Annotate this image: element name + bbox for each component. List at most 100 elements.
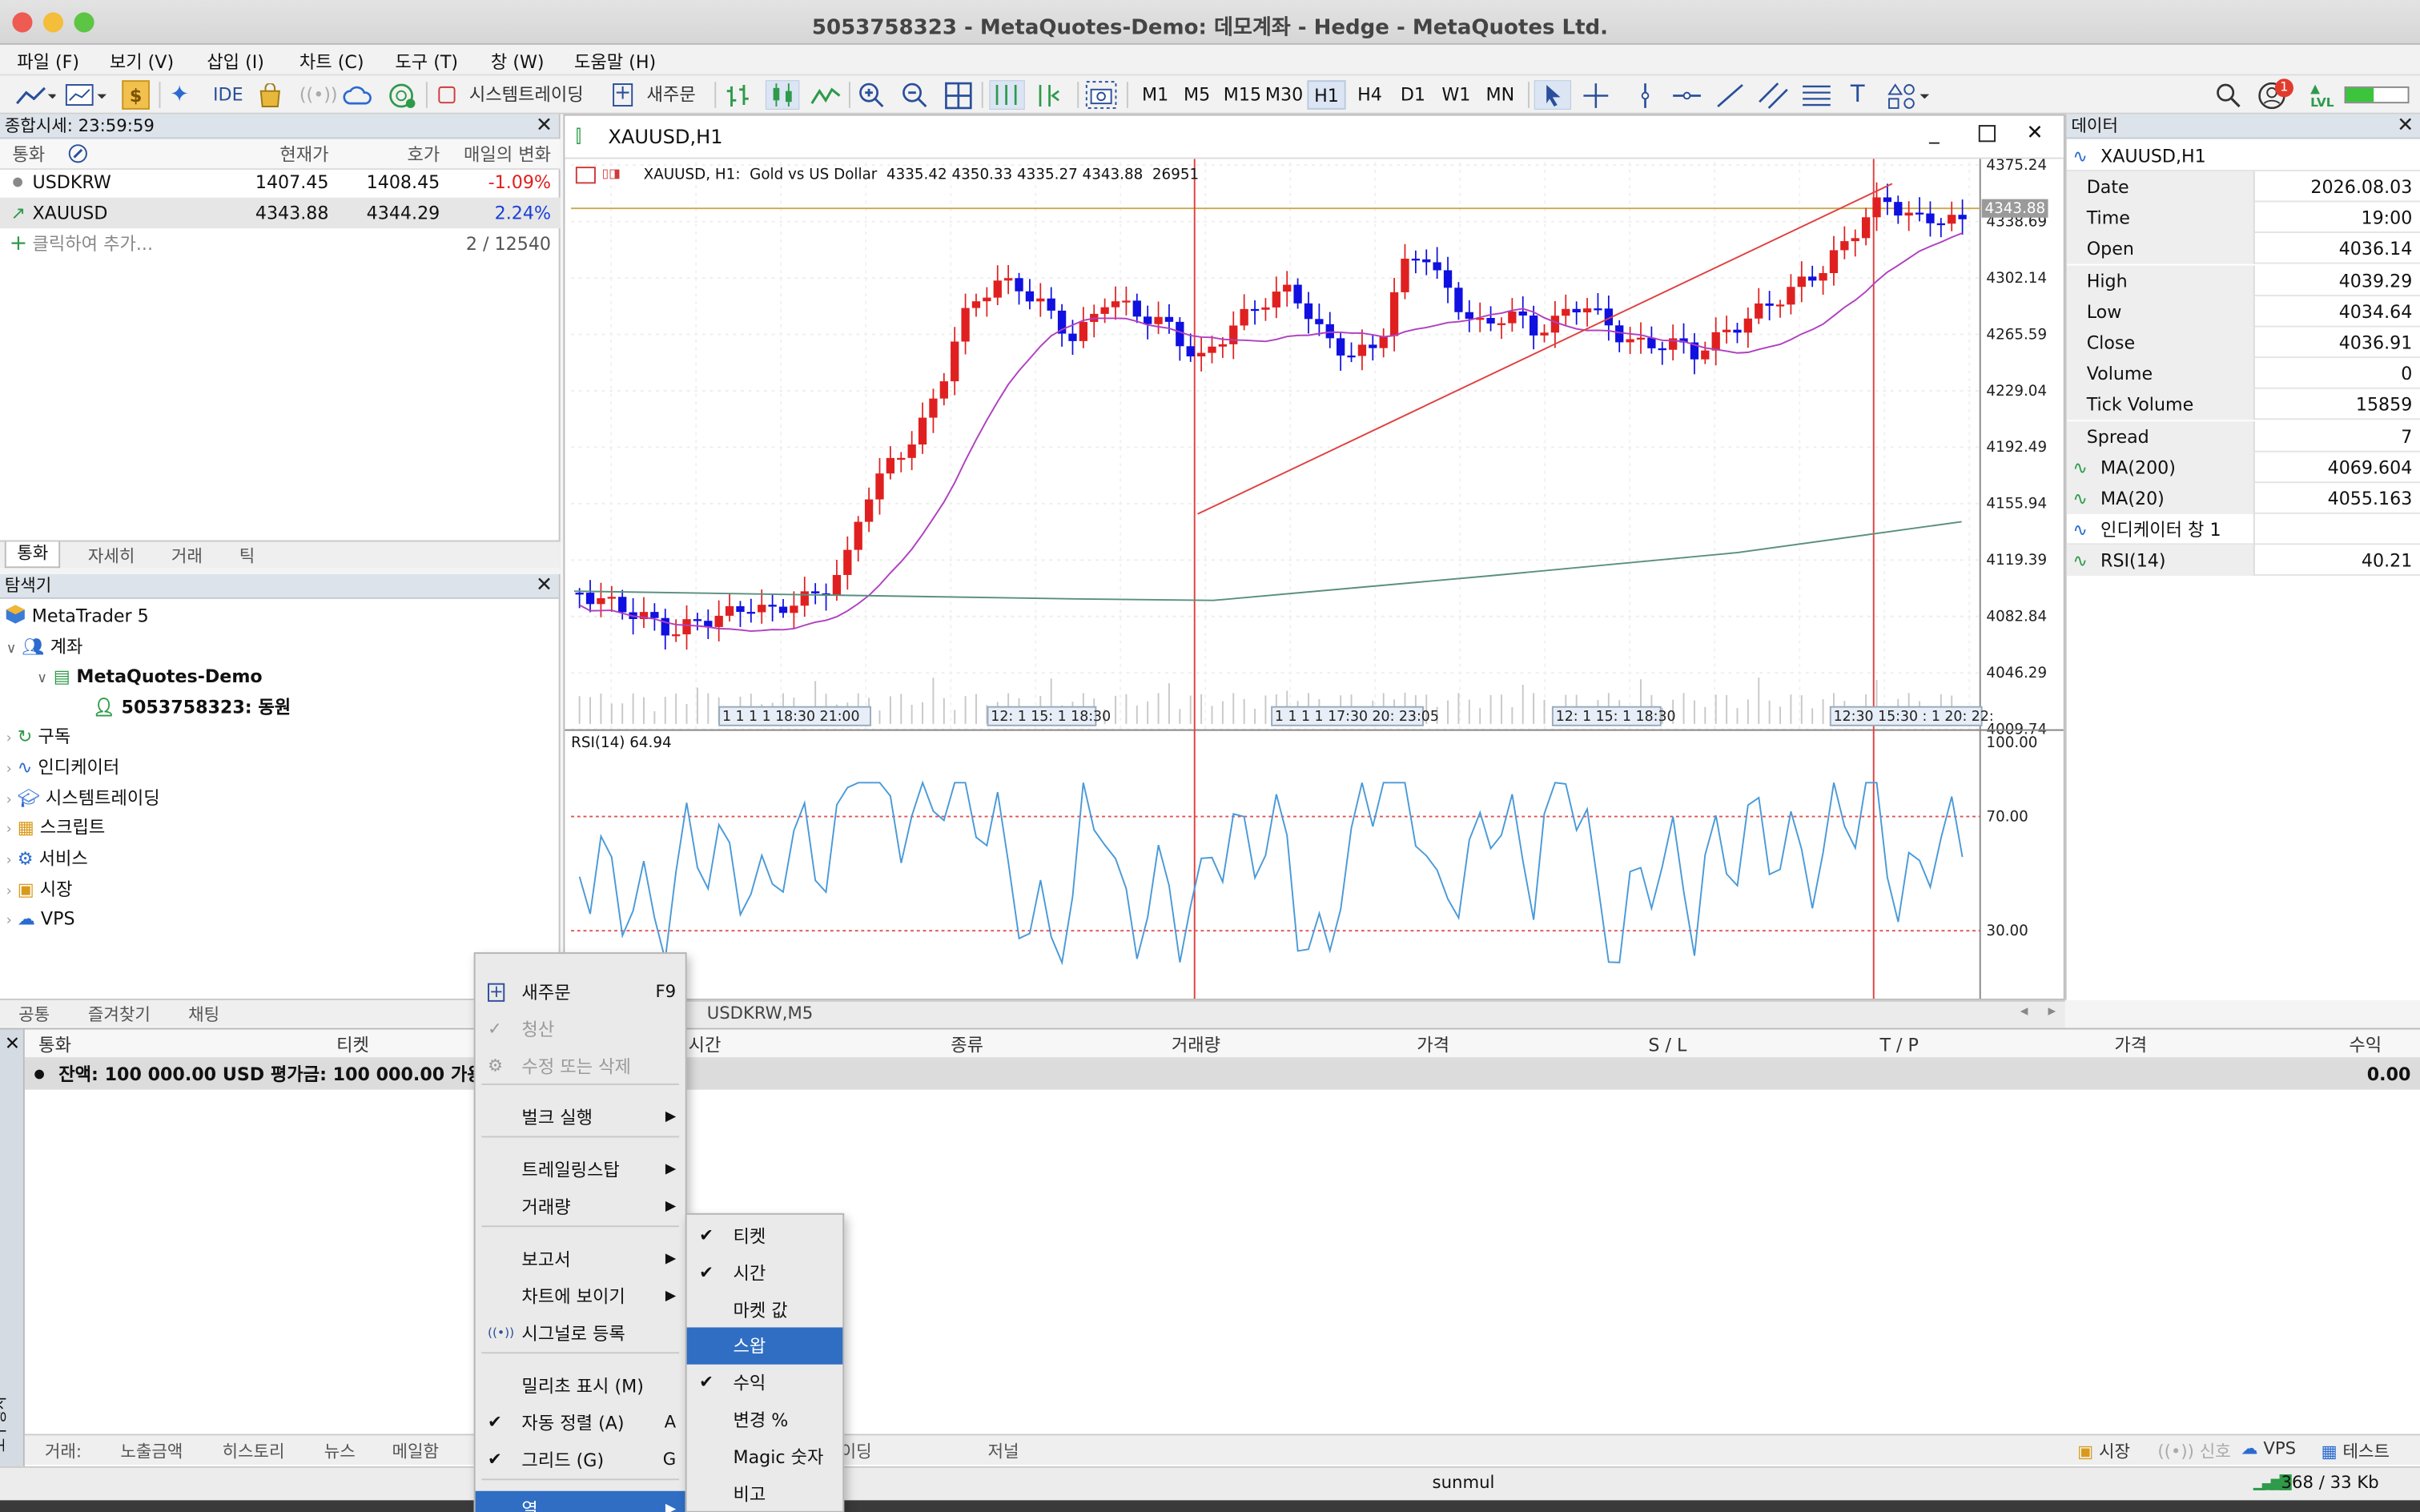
market-bag-icon[interactable] bbox=[256, 83, 284, 108]
col-tp[interactable]: T / P bbox=[1879, 1030, 1918, 1061]
tab-trading[interactable]: 거래 bbox=[171, 543, 203, 568]
column-toggle-swap[interactable]: 스왑 bbox=[686, 1328, 843, 1365]
tab-ticks[interactable]: 틱 bbox=[239, 543, 255, 568]
column-toggle-time[interactable]: ✔ 시간 bbox=[687, 1255, 843, 1292]
ide-button[interactable]: IDE bbox=[213, 80, 243, 110]
col-symbol[interactable]: 통화 bbox=[38, 1030, 71, 1061]
nav-scripts[interactable]: › ▦ 스크립트 bbox=[6, 814, 106, 843]
column-toggle-market-value[interactable]: 마켓 값 bbox=[687, 1291, 843, 1328]
menu-tools[interactable]: 도구 (T) bbox=[395, 50, 458, 74]
signals-tab[interactable]: 신호 bbox=[2200, 1442, 2231, 1462]
col-volume[interactable]: 거래량 bbox=[1172, 1030, 1220, 1061]
col-type[interactable]: 종류 bbox=[951, 1030, 983, 1061]
text-tool-icon[interactable]: T bbox=[1851, 80, 1865, 110]
candlestick-icon[interactable] bbox=[765, 80, 800, 110]
signal-icon[interactable]: ((•)) bbox=[299, 80, 338, 110]
price-chart[interactable]: 4375.244338.694302.144265.594229.044192.… bbox=[565, 159, 2064, 999]
nav-vps[interactable]: › ☁ VPS bbox=[6, 904, 75, 934]
menu-charts[interactable]: 차트 (C) bbox=[299, 50, 364, 74]
menu-help[interactable]: 도움말 (H) bbox=[574, 50, 656, 74]
close-icon[interactable]: ✕ bbox=[2027, 122, 2044, 145]
col-sl[interactable]: S / L bbox=[1648, 1030, 1686, 1061]
horizontal-line-icon[interactable] bbox=[1671, 82, 1702, 110]
tab-news[interactable]: 뉴스 bbox=[324, 1438, 356, 1463]
search-icon[interactable] bbox=[2215, 82, 2243, 110]
close-icon[interactable]: ✕ bbox=[2397, 115, 2414, 139]
menu-item-auto-arrange[interactable]: ✔ 자동 정렬 (A) A bbox=[476, 1405, 685, 1442]
market-row-usdkrw[interactable]: ● USDKRW 1407.45 1408.45 -1.09% bbox=[0, 167, 561, 198]
menu-item-modify-or-delete[interactable]: ⚙ 수정 또는 삭제 bbox=[476, 1048, 685, 1085]
cursor-icon[interactable] bbox=[1534, 80, 1571, 110]
timeframe-h1[interactable]: H1 bbox=[1307, 80, 1346, 110]
col-time[interactable]: 시간 bbox=[689, 1030, 722, 1061]
tab-history[interactable]: 히스토리 bbox=[223, 1438, 285, 1463]
market-row-xauusd[interactable]: ↗ XAUUSD 4343.88 4344.29 2.24% bbox=[0, 197, 561, 229]
close-icon[interactable]: ✕ bbox=[536, 115, 553, 139]
menu-item-show-on-chart[interactable]: 차트에 보이기 ▶ bbox=[476, 1278, 685, 1315]
level-icon[interactable]: ▲ LVL bbox=[2310, 82, 2334, 110]
tab-details[interactable]: 자세히 bbox=[88, 543, 135, 568]
menu-item-bulk-operations[interactable]: 벌크 실행 ▶ bbox=[476, 1099, 685, 1136]
menu-item-show-milliseconds[interactable]: 밀리초 표시 (M) bbox=[476, 1368, 685, 1405]
tab-journal[interactable]: 저널 bbox=[987, 1438, 1019, 1463]
tab-symbols[interactable]: 통화 bbox=[4, 541, 61, 569]
timeframe-mn[interactable]: MN bbox=[1478, 80, 1522, 110]
column-toggle-comment[interactable]: 비고 bbox=[687, 1475, 843, 1512]
tab-favorites[interactable]: 즐겨찾기 bbox=[88, 1002, 151, 1027]
algo-trading-icon[interactable] bbox=[438, 86, 456, 104]
tab-common[interactable]: 공통 bbox=[18, 1002, 50, 1027]
menu-window[interactable]: 창 (W) bbox=[491, 50, 545, 74]
menu-item-grid[interactable]: ✔ 그리드 (G) G bbox=[476, 1442, 685, 1478]
maximize-icon[interactable] bbox=[1978, 125, 1996, 143]
vps-globe-icon[interactable] bbox=[388, 82, 419, 110]
menu-item-volume[interactable]: 거래량 ▶ bbox=[476, 1188, 685, 1225]
line-icon[interactable] bbox=[810, 83, 842, 108]
edit-icon[interactable] bbox=[68, 143, 88, 163]
timeframe-m1[interactable]: M1 bbox=[1136, 80, 1174, 110]
nav-indicators[interactable]: › ∿ 인디케이터 bbox=[6, 754, 120, 783]
column-toggle-profit[interactable]: ✔ 수익 bbox=[687, 1365, 843, 1401]
tab-chat[interactable]: 채팅 bbox=[188, 1002, 219, 1027]
nav-market[interactable]: › ▣ 시장 bbox=[6, 875, 73, 905]
tab-mailbox[interactable]: 메일함 bbox=[392, 1438, 440, 1463]
close-icon[interactable]: ✕ bbox=[536, 574, 553, 599]
market-tab[interactable]: 시장 bbox=[2099, 1442, 2130, 1462]
col-current-price[interactable]: 가격 bbox=[2114, 1030, 2147, 1061]
menu-item-reports[interactable]: 보고서 ▶ bbox=[476, 1241, 685, 1278]
tester-tab[interactable]: 테스트 bbox=[2342, 1442, 2390, 1462]
timeframe-w1[interactable]: W1 bbox=[1437, 80, 1475, 110]
crosshair-icon[interactable] bbox=[1582, 82, 1610, 110]
fibonacci-icon[interactable] bbox=[1801, 82, 1832, 110]
nav-accounts[interactable]: ∨ 👥︎ 계좌 bbox=[6, 633, 83, 662]
scroll-left-icon[interactable]: ◂ bbox=[2020, 1003, 2028, 1020]
auto-scroll-icon[interactable] bbox=[989, 80, 1025, 110]
new-order-icon[interactable]: + bbox=[613, 83, 633, 107]
trendline-icon[interactable] bbox=[1715, 82, 1746, 110]
menu-item-new-order[interactable]: + 새주문 F9 bbox=[476, 974, 685, 1011]
cloud-icon[interactable] bbox=[343, 83, 374, 108]
column-toggle-change-percent[interactable]: 변경 % bbox=[687, 1401, 843, 1438]
col-symbol[interactable]: 통화 bbox=[12, 139, 45, 170]
zoom-in-icon[interactable] bbox=[858, 82, 886, 110]
column-toggle-ticket[interactable]: ✔ 티켓 bbox=[687, 1218, 843, 1255]
menu-item-trailing-stop[interactable]: 트레일링스탑 ▶ bbox=[476, 1152, 685, 1188]
nav-mt5-root[interactable]: MetaTrader 5 bbox=[5, 602, 149, 632]
col-bid[interactable]: 현재가 bbox=[279, 139, 328, 170]
bar-chart-icon[interactable] bbox=[724, 82, 755, 110]
tab-exposure[interactable]: 노출금액 bbox=[120, 1438, 183, 1463]
tile-windows-icon[interactable] bbox=[945, 82, 973, 110]
algo-trading-button[interactable]: 시스템트레이딩 bbox=[469, 80, 584, 110]
chart-shift-icon[interactable] bbox=[1034, 82, 1067, 110]
col-daily-change[interactable]: 매일의 변화 bbox=[464, 139, 551, 170]
dollar-icon[interactable]: $ bbox=[122, 80, 150, 110]
tab-trade[interactable]: 거래: bbox=[45, 1438, 82, 1463]
timeframe-d1[interactable]: D1 bbox=[1393, 80, 1432, 110]
new-order-button[interactable]: 새주문 bbox=[647, 80, 696, 110]
nav-server[interactable]: ∨ ▤ MetaQuotes-Demo bbox=[37, 662, 262, 692]
menu-insert[interactable]: 삽입 (I) bbox=[207, 50, 264, 74]
nav-subscriptions[interactable]: › ↻ 구독 bbox=[6, 722, 70, 752]
close-icon[interactable]: ✕ bbox=[5, 1032, 20, 1054]
col-price[interactable]: 가격 bbox=[1417, 1030, 1449, 1061]
timeframe-h4[interactable]: H4 bbox=[1350, 80, 1389, 110]
vps-tab[interactable]: VPS bbox=[2263, 1438, 2296, 1458]
